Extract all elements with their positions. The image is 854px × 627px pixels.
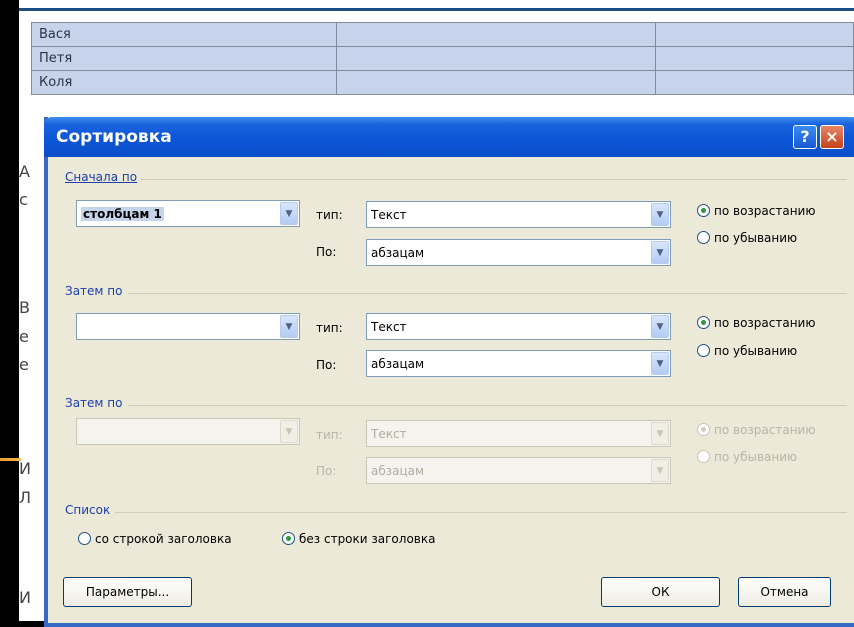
chevron-down-icon[interactable]: ▼ [651, 315, 669, 338]
second-descending-label: по убыванию [714, 344, 798, 358]
second-ascending-label: по возрастанию [714, 316, 816, 330]
radio-selected-icon [697, 423, 710, 436]
radio-empty-icon [697, 231, 710, 244]
close-icon: × [825, 127, 839, 146]
table-row: Вася [31, 22, 854, 47]
third-ascending-radio: по возрастанию [697, 423, 815, 437]
second-sort-group-title: Затем по [65, 284, 123, 298]
first-by-value: абзацам [371, 246, 425, 260]
radio-selected-icon [697, 316, 710, 329]
document-top-rule [19, 8, 854, 11]
third-by-label: По: [316, 464, 337, 478]
table-cell[interactable] [335, 46, 656, 71]
third-type-label: тип: [316, 428, 343, 442]
group-divider [128, 293, 847, 294]
table-cell[interactable] [654, 46, 854, 71]
dialog-title-bar[interactable]: Сортировка ? × [44, 117, 854, 157]
second-by-value: абзацам [371, 357, 425, 371]
chevron-down-icon: ▼ [280, 420, 298, 443]
second-by-label: По: [316, 358, 337, 372]
third-ascending-label: по возрастанию [714, 423, 816, 437]
third-sort-group-title: Затем по [65, 396, 123, 410]
options-button[interactable]: Параметры... [63, 577, 192, 607]
third-by-value: абзацам [371, 464, 425, 478]
without-header-radio[interactable]: без строки заголовка [282, 532, 435, 546]
radio-empty-icon [697, 344, 710, 357]
chevron-down-icon[interactable]: ▼ [651, 203, 669, 226]
document-text-fragment: е [19, 355, 29, 374]
group-divider [115, 512, 847, 513]
chevron-down-icon[interactable]: ▼ [280, 315, 298, 338]
with-header-radio[interactable]: со строкой заголовка [78, 532, 232, 546]
chevron-down-icon: ▼ [651, 422, 669, 445]
dialog-title: Сортировка [56, 127, 172, 147]
document-text-fragment: И [19, 459, 31, 478]
second-type-select[interactable]: Текст ▼ [366, 313, 671, 340]
radio-selected-icon [697, 204, 710, 217]
third-type-value: Текст [371, 427, 407, 441]
table-cell[interactable]: Вася [31, 22, 337, 47]
ok-button[interactable]: ОК [601, 577, 720, 607]
second-type-label: тип: [316, 321, 343, 335]
document-table: Вася Петя Коля [31, 22, 854, 95]
first-descending-radio[interactable]: по убыванию [697, 231, 797, 245]
table-cell[interactable] [335, 70, 656, 95]
chevron-down-icon[interactable]: ▼ [651, 241, 669, 264]
with-header-label: со строкой заголовка [95, 532, 232, 546]
first-by-select[interactable]: абзацам ▼ [366, 239, 671, 266]
table-row: Коля [31, 70, 854, 95]
radio-empty-icon [78, 532, 91, 545]
first-sort-column-select[interactable]: столбцам 1 ▼ [76, 200, 300, 227]
chevron-down-icon[interactable]: ▼ [280, 202, 298, 225]
radio-empty-icon [697, 450, 710, 463]
document-decoration [0, 458, 21, 461]
first-sort-column-value: столбцам 1 [81, 207, 164, 221]
list-group-title: Список [65, 503, 111, 517]
radio-selected-icon [282, 532, 295, 545]
third-by-select: абзацам ▼ [366, 457, 671, 484]
first-type-label: тип: [316, 208, 343, 222]
table-cell[interactable] [654, 70, 854, 95]
sort-dialog: Сортировка ? × Сначала по столбцам 1 ▼ т… [44, 117, 854, 627]
group-divider [140, 179, 847, 180]
third-descending-label: по убыванию [714, 450, 798, 464]
document-text-fragment: с [19, 190, 28, 209]
second-sort-column-select[interactable]: ▼ [76, 313, 300, 340]
first-by-label: По: [316, 245, 337, 259]
first-type-select[interactable]: Текст ▼ [366, 201, 671, 228]
chevron-down-icon[interactable]: ▼ [651, 352, 669, 375]
second-descending-radio[interactable]: по убыванию [697, 344, 797, 358]
table-row: Петя [31, 46, 854, 71]
cancel-button[interactable]: Отмена [738, 577, 831, 607]
first-ascending-label: по возрастанию [714, 204, 816, 218]
document-text-fragment: Л [19, 488, 32, 507]
first-type-value: Текст [371, 208, 407, 222]
table-cell[interactable]: Коля [31, 70, 337, 95]
help-icon: ? [800, 127, 810, 146]
table-cell[interactable]: Петя [31, 46, 337, 71]
help-button[interactable]: ? [793, 125, 817, 149]
document-text-fragment: И [19, 588, 31, 607]
third-descending-radio: по убыванию [697, 450, 797, 464]
third-sort-column-select: ▼ [76, 418, 300, 445]
second-type-value: Текст [371, 320, 407, 334]
second-by-select[interactable]: абзацам ▼ [366, 350, 671, 377]
group-divider [128, 405, 847, 406]
chevron-down-icon: ▼ [651, 459, 669, 482]
without-header-label: без строки заголовка [299, 532, 436, 546]
second-ascending-radio[interactable]: по возрастанию [697, 316, 815, 330]
table-cell[interactable] [335, 22, 656, 47]
document-text-fragment: А [19, 162, 30, 181]
first-sort-group-title: Сначала по [65, 170, 138, 184]
close-button[interactable]: × [820, 125, 844, 149]
document-text-fragment: В [19, 298, 30, 317]
first-ascending-radio[interactable]: по возрастанию [697, 204, 815, 218]
document-text-fragment: е [19, 327, 29, 346]
third-type-select: Текст ▼ [366, 420, 671, 447]
table-cell[interactable] [654, 22, 854, 47]
first-descending-label: по убыванию [714, 231, 798, 245]
